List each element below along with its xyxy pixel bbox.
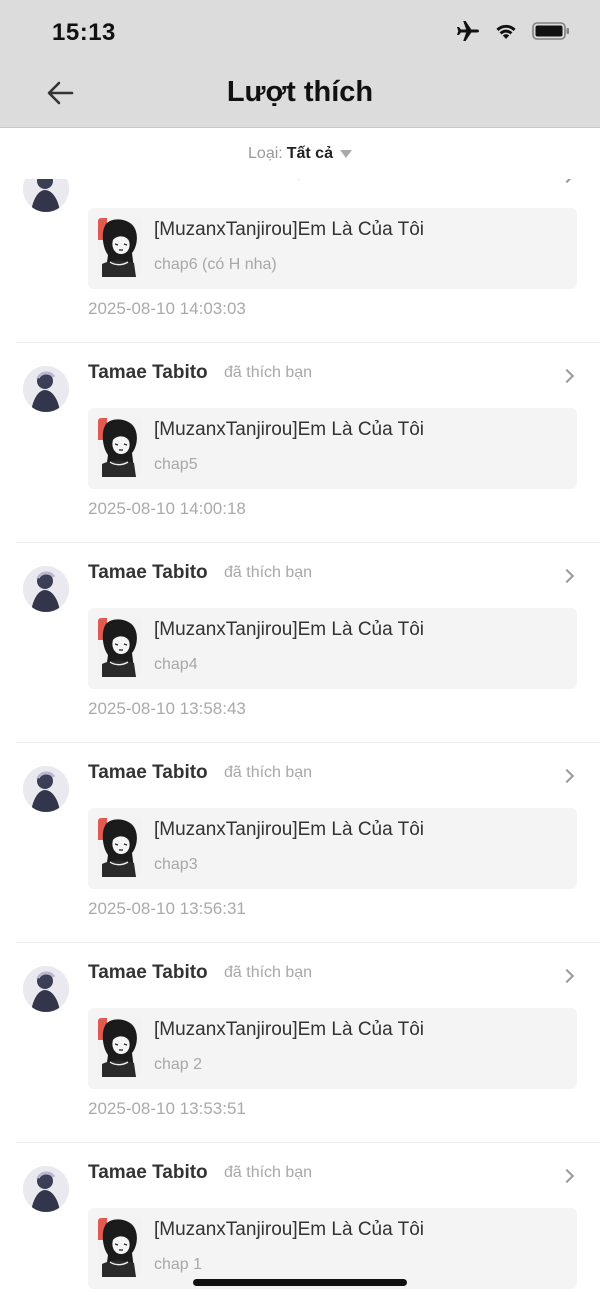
home-indicator <box>193 1279 407 1286</box>
story-cover <box>98 818 142 877</box>
story-cover <box>98 618 142 677</box>
chapter-title: chap 1 <box>154 1256 203 1273</box>
chapter-card[interactable]: [MuzanxTanjirou]Em Là Của Tôi chap4 <box>88 608 577 689</box>
avatar[interactable] <box>23 566 69 612</box>
story-title: [MuzanxTanjirou]Em Là Của Tôi <box>154 619 424 640</box>
action-text: đã thích bạn <box>224 764 313 781</box>
chapter-title: chap4 <box>154 656 198 673</box>
chapter-title: chap 2 <box>154 1056 203 1073</box>
timestamp: 2025-08-10 14:00:18 <box>88 499 246 518</box>
type-filter[interactable]: Loại: Tất cả <box>0 129 600 179</box>
chevron-right-icon[interactable] <box>559 968 575 984</box>
story-title: [MuzanxTanjirou]Em Là Của Tôi <box>154 819 424 840</box>
story-title: [MuzanxTanjirou]Em Là Của Tôi <box>154 219 424 240</box>
caret-down-icon <box>339 150 352 158</box>
notification-list: Tamae Tabito đã thích bạn [MuzanxTanjiro… <box>0 162 600 1299</box>
notification-item[interactable]: Tamae Tabito đã thích bạn [MuzanxTanjiro… <box>0 543 600 743</box>
timestamp: 2025-08-10 13:53:51 <box>88 1099 246 1118</box>
status-icons <box>456 20 570 47</box>
story-cover <box>98 418 142 477</box>
notification-item[interactable]: Tamae Tabito đã thích bạn [MuzanxTanjiro… <box>0 1143 600 1299</box>
avatar[interactable] <box>23 966 69 1012</box>
timestamp: 2025-08-10 14:03:03 <box>88 299 246 318</box>
user-name[interactable]: Tamae Tabito <box>88 762 208 784</box>
avatar[interactable] <box>23 1166 69 1212</box>
wifi-icon <box>494 22 518 45</box>
battery-icon <box>532 22 570 45</box>
page-title: Lượt thích <box>226 76 374 108</box>
chapter-title: chap6 (có H nha) <box>154 256 277 273</box>
avatar[interactable] <box>23 366 69 412</box>
story-title: [MuzanxTanjirou]Em Là Của Tôi <box>154 1019 424 1040</box>
story-cover <box>98 1218 142 1277</box>
chapter-card[interactable]: [MuzanxTanjirou]Em Là Của Tôi chap3 <box>88 808 577 889</box>
chevron-right-icon[interactable] <box>559 568 575 584</box>
user-name[interactable]: Tamae Tabito <box>88 1162 208 1184</box>
story-title: [MuzanxTanjirou]Em Là Của Tôi <box>154 1219 424 1240</box>
timestamp: 2025-08-10 13:56:31 <box>88 899 246 918</box>
chevron-right-icon[interactable] <box>559 1168 575 1184</box>
notification-item[interactable]: Tamae Tabito đã thích bạn [MuzanxTanjiro… <box>0 343 600 543</box>
filter-value: Tất cả <box>286 145 333 162</box>
chapter-card[interactable]: [MuzanxTanjirou]Em Là Của Tôi chap 2 <box>88 1008 577 1089</box>
user-name[interactable]: Tamae Tabito <box>88 962 208 984</box>
avatar[interactable] <box>23 766 69 812</box>
action-text: đã thích bạn <box>224 964 313 981</box>
timestamp: 2025-08-10 13:58:43 <box>88 699 246 718</box>
chapter-card[interactable]: [MuzanxTanjirou]Em Là Của Tôi chap5 <box>88 408 577 489</box>
chevron-right-icon[interactable] <box>559 768 575 784</box>
user-name[interactable]: Tamae Tabito <box>88 362 208 384</box>
story-title: [MuzanxTanjirou]Em Là Của Tôi <box>154 419 424 440</box>
action-text: đã thích bạn <box>224 564 313 581</box>
chapter-card[interactable]: [MuzanxTanjirou]Em Là Của Tôi chap 1 <box>88 1208 577 1289</box>
status-time: 15:13 <box>52 19 116 46</box>
action-text: đã thích bạn <box>224 364 313 381</box>
filter-label: Loại: <box>248 145 283 162</box>
navigation-header: 15:13 Lượt thích <box>0 0 600 128</box>
notification-item[interactable]: Tamae Tabito đã thích bạn [MuzanxTanjiro… <box>0 943 600 1143</box>
user-name[interactable]: Tamae Tabito <box>88 562 208 584</box>
chapter-title: chap5 <box>154 456 198 473</box>
notification-item[interactable]: Tamae Tabito đã thích bạn [MuzanxTanjiro… <box>0 743 600 943</box>
story-cover <box>98 218 142 277</box>
chevron-right-icon[interactable] <box>559 368 575 384</box>
chapter-title: chap3 <box>154 856 198 873</box>
airplane-icon <box>456 20 480 47</box>
action-text: đã thích bạn <box>224 1164 313 1181</box>
story-cover <box>98 1018 142 1077</box>
chapter-card[interactable]: [MuzanxTanjirou]Em Là Của Tôi chap6 (có … <box>88 208 577 289</box>
